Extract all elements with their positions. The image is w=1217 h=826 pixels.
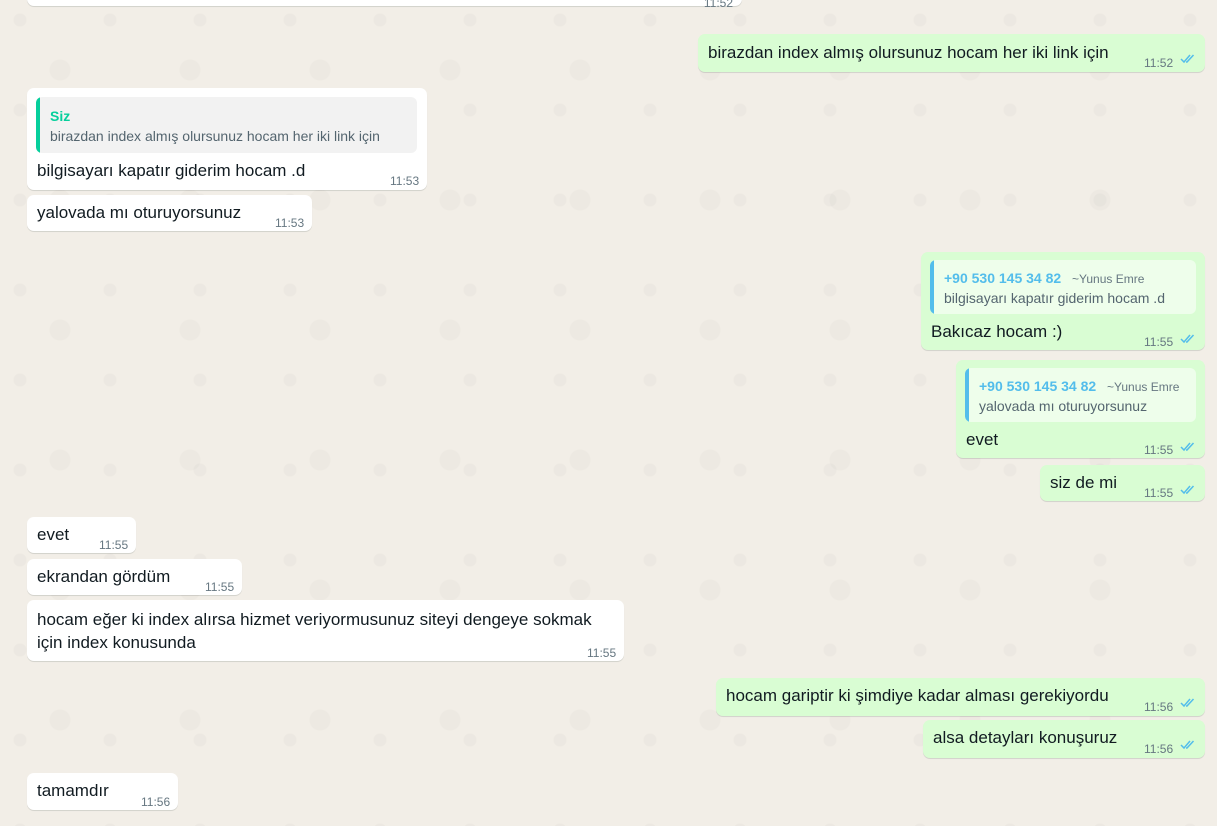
chat-panel: 11:52 birazdan index almış olursunuz hoc…: [0, 0, 1217, 826]
message-time: 11:56: [1144, 742, 1174, 756]
message-bubble-incoming[interactable]: tamamdır 11:56: [27, 773, 178, 810]
message-bubble-outgoing[interactable]: alsa detayları konuşuruz 11:56: [923, 720, 1205, 758]
message-time: 11:55: [99, 538, 129, 552]
message-time: 11:52: [1144, 56, 1174, 70]
message-bubble-outgoing[interactable]: +90 530 145 34 82 ~Yunus Emre yalovada m…: [956, 360, 1205, 458]
message-text-line-1: hocam eğer ki index alırsa hizmet veriyo…: [37, 610, 592, 629]
message-text: siz de mi: [1050, 473, 1118, 492]
message-text: evet: [37, 525, 70, 544]
message-time: 11:55: [587, 646, 617, 660]
message-bubble-incoming[interactable]: Siz birazdan index almış olursunuz hocam…: [27, 88, 427, 190]
message-time: 11:55: [1144, 335, 1174, 349]
message-text: alsa detayları konuşuruz: [933, 728, 1118, 747]
quote-text: bilgisayarı kapatır giderim hocam .d: [944, 290, 1165, 306]
quoted-message[interactable]: Siz birazdan index almış olursunuz hocam…: [36, 97, 417, 153]
message-text: Bakıcaz hocam :): [931, 322, 1063, 341]
quoted-message[interactable]: +90 530 145 34 82 ~Yunus Emre bilgisayar…: [930, 260, 1196, 314]
message-bubble-incoming[interactable]: hocam eğer ki index alırsa hizmet veriyo…: [27, 600, 624, 661]
message-time: 11:56: [141, 795, 171, 809]
message-bubble-incoming[interactable]: yalovada mı oturuyorsunuz 11:53: [27, 195, 312, 231]
message-bubble-outgoing[interactable]: +90 530 145 34 82 ~Yunus Emre bilgisayar…: [921, 252, 1205, 350]
quote-bar: [930, 260, 934, 314]
message-text: ekrandan gördüm: [37, 567, 171, 586]
message-time: 11:55: [1144, 443, 1174, 457]
message-time: 11:55: [205, 580, 235, 594]
quoted-message[interactable]: +90 530 145 34 82 ~Yunus Emre yalovada m…: [965, 368, 1196, 422]
message-bubble-outgoing[interactable]: siz de mi 11:55: [1040, 465, 1205, 501]
quote-bar: [36, 97, 40, 153]
quote-text: yalovada mı oturuyorsunuz: [979, 398, 1148, 414]
message-text: tamamdır: [37, 781, 109, 800]
message-text-line-2: için index konusunda: [37, 633, 196, 652]
message-bubble-outgoing[interactable]: hocam gariptir ki şimdiye kadar alması g…: [716, 678, 1205, 716]
message-time: 11:56: [1144, 700, 1174, 714]
quote-text: birazdan index almış olursunuz hocam her…: [50, 128, 380, 144]
message-bubble-incoming[interactable]: ekrandan gördüm 11:55: [27, 559, 242, 595]
message-text: hocam gariptir ki şimdiye kadar alması g…: [726, 686, 1109, 705]
message-time: 11:55: [1144, 486, 1174, 500]
message-text: birazdan index almış olursunuz hocam her…: [708, 43, 1109, 62]
message-text: evet: [966, 430, 999, 449]
quote-bar: [965, 368, 969, 422]
double-check-icon: [1180, 485, 1195, 495]
message-text: bilgisayarı kapatır giderim hocam .d: [37, 161, 306, 180]
double-check-icon: [1180, 442, 1195, 452]
double-check-icon: [1180, 740, 1195, 750]
message-bubble-incoming[interactable]: evet 11:55: [27, 517, 136, 553]
double-check-icon: [1180, 54, 1195, 64]
message-bubble-outgoing[interactable]: birazdan index almış olursunuz hocam her…: [698, 34, 1205, 72]
double-check-icon: [1180, 698, 1195, 708]
message-time: 11:52: [703, 0, 733, 10]
message-time: 11:53: [275, 216, 305, 230]
message-time: 11:53: [390, 174, 420, 188]
message-text: yalovada mı oturuyorsunuz: [37, 203, 242, 222]
message-bubble-partial[interactable]: 11:52: [27, 0, 742, 10]
double-check-icon: [1180, 334, 1195, 344]
